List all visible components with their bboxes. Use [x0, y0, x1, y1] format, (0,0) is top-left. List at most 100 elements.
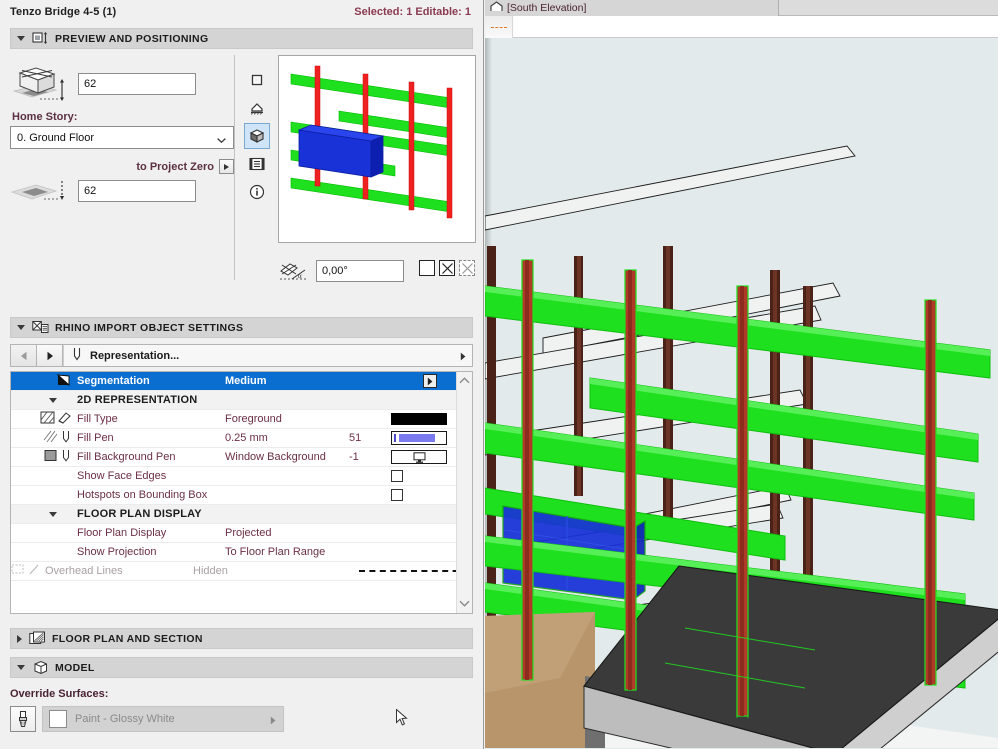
- elevation-marker-icon: [490, 1, 503, 15]
- line-type-icon: [29, 563, 39, 579]
- row-icons: [11, 373, 77, 390]
- project-zero-elevation-row: [10, 178, 234, 204]
- positioning-controls: Home Story: 0. Ground Floor to Project Z…: [10, 49, 234, 204]
- home-story-elevation-row: [10, 49, 234, 105]
- settings-scrollbar[interactable]: [456, 372, 472, 613]
- viewport-3d-scene[interactable]: [485, 38, 998, 748]
- to-project-zero-label: to Project Zero: [136, 160, 214, 173]
- section-floor-plan-and-section[interactable]: FLOOR PLAN AND SECTION: [10, 628, 473, 649]
- symbol-2d-view-icon[interactable]: [244, 67, 270, 93]
- page-title: Tenzo Bridge 4-5 (1): [10, 6, 117, 18]
- settings-group-row[interactable]: 2D REPRESENTATION: [11, 391, 456, 410]
- settings-row[interactable]: Floor Plan Display Projected: [11, 524, 456, 543]
- row-label: Show Face Edges: [77, 470, 167, 482]
- section-label: PREVIEW AND POSITIONING: [55, 32, 209, 45]
- settings-row[interactable]: Show Face Edges: [11, 467, 456, 486]
- override-surface-select[interactable]: Paint - Glossy White: [42, 706, 284, 732]
- dashed-line-style-indicator[interactable]: [485, 16, 513, 38]
- row-label: Show Projection: [77, 546, 157, 558]
- chevron-down-icon[interactable]: [217, 134, 226, 144]
- section-label: FLOOR PLAN AND SECTION: [52, 632, 203, 645]
- section-preview-and-positioning[interactable]: PREVIEW AND POSITIONING: [10, 28, 473, 49]
- representation-popup-arrow-icon[interactable]: [460, 352, 466, 364]
- row-label: Fill Background Pen: [77, 451, 176, 463]
- previous-representation-button[interactable]: [11, 345, 37, 366]
- tab-label: [South Elevation]: [507, 2, 587, 14]
- mouse-cursor: [396, 708, 408, 727]
- fill-type-color-swatch[interactable]: [391, 413, 447, 425]
- row-label: Fill Pen: [77, 432, 114, 444]
- next-representation-button[interactable]: [37, 345, 63, 366]
- home-story-select[interactable]: 0. Ground Floor: [10, 126, 234, 149]
- info-icon[interactable]: [244, 179, 270, 205]
- 3d-view-icon[interactable]: [244, 123, 270, 149]
- window-background-swatch[interactable]: [391, 450, 447, 464]
- checkbox[interactable]: [391, 489, 403, 501]
- chevron-right-icon[interactable]: [17, 634, 22, 643]
- settings-group-row[interactable]: FLOOR PLAN DISPLAY: [11, 505, 456, 524]
- show-outline-button[interactable]: [419, 260, 435, 276]
- scroll-up-icon[interactable]: [459, 375, 470, 387]
- overhead-line-style-swatch[interactable]: [359, 570, 456, 572]
- home-story-label: Home Story:: [12, 111, 78, 123]
- row-value[interactable]: Projected: [225, 527, 349, 539]
- row-swatch: [359, 570, 456, 572]
- group-chevron-down-icon[interactable]: [11, 511, 77, 517]
- pen-icon: [61, 430, 71, 447]
- segmentation-icon: [56, 373, 71, 390]
- row-value[interactable]: Window Background: [225, 451, 349, 463]
- settings-row[interactable]: Show Projection To Floor Plan Range: [11, 543, 456, 562]
- show-hidden-button[interactable]: [439, 260, 455, 276]
- row-value[interactable]: Medium: [225, 375, 349, 387]
- fill-type-pen-icon: [58, 411, 71, 427]
- chevron-down-icon[interactable]: [17, 36, 25, 41]
- chevron-down-icon[interactable]: [17, 325, 25, 330]
- tab-south-elevation[interactable]: [South Elevation]: [485, 0, 779, 16]
- section-rhino-import-object-settings[interactable]: RHINO IMPORT OBJECT SETTINGS: [10, 317, 473, 338]
- section-model[interactable]: MODEL: [10, 657, 473, 678]
- list-view-icon[interactable]: [244, 151, 270, 177]
- settings-row[interactable]: Segmentation Medium: [11, 372, 456, 391]
- hatch-fill-icon: [40, 411, 55, 427]
- preview-body: Home Story: 0. Ground Floor to Project Z…: [10, 49, 476, 307]
- row-label: Hotspots on Bounding Box: [77, 489, 208, 501]
- settings-row[interactable]: Fill Pen 0.25 mm 51: [11, 429, 456, 448]
- group-label: 2D REPRESENTATION: [77, 394, 198, 406]
- row-icons: [11, 449, 77, 466]
- elevation-from-project-zero-icon: [10, 178, 72, 204]
- elevation-to-project-zero-input[interactable]: [78, 180, 196, 202]
- settings-rows: Segmentation Medium 2D REPRESENTATION Fill …: [11, 372, 456, 613]
- fill-pen-swatch[interactable]: [391, 431, 447, 445]
- elevation-view-icon[interactable]: [244, 95, 270, 121]
- representation-field[interactable]: Representation...: [63, 345, 472, 366]
- row-value[interactable]: To Floor Plan Range: [225, 546, 349, 558]
- row-value[interactable]: Hidden: [193, 565, 317, 577]
- row-icons: [11, 430, 77, 447]
- settings-row[interactable]: Hotspots on Bounding Box: [11, 486, 456, 505]
- settings-row[interactable]: Overhead Lines Hidden: [11, 562, 456, 581]
- preview-positioning-icon: [32, 31, 49, 46]
- group-chevron-down-icon[interactable]: [11, 397, 77, 403]
- checkbox[interactable]: [391, 470, 403, 482]
- row-value[interactable]: 0.25 mm: [225, 432, 349, 444]
- pen-icon: [72, 347, 82, 365]
- scene-render: [485, 38, 998, 748]
- row-value[interactable]: Foreground: [225, 413, 349, 425]
- settings-list: Segmentation Medium 2D REPRESENTATION Fill …: [10, 371, 473, 614]
- surface-color-swatch: [49, 710, 67, 728]
- rotation-angle-input[interactable]: [316, 260, 404, 282]
- project-zero-popup-button[interactable]: [219, 159, 234, 174]
- section-label: RHINO IMPORT OBJECT SETTINGS: [55, 321, 244, 334]
- show-dashed-button[interactable]: [459, 260, 475, 276]
- chevron-down-icon[interactable]: [17, 665, 25, 670]
- elevation-to-home-story-input[interactable]: [78, 73, 196, 95]
- surface-popup-arrow-icon[interactable]: [270, 716, 276, 728]
- paint-brush-button[interactable]: [10, 706, 36, 732]
- row-index-value: 51: [349, 432, 362, 444]
- row-popup-arrow-icon[interactable]: [423, 374, 437, 388]
- settings-row[interactable]: Fill Background Pen Window Background -1: [11, 448, 456, 467]
- preview-canvas[interactable]: [278, 55, 476, 243]
- settings-row[interactable]: Fill Type Foreground: [11, 410, 456, 429]
- rotation-row: α: [278, 260, 404, 282]
- scroll-down-icon[interactable]: [459, 598, 470, 610]
